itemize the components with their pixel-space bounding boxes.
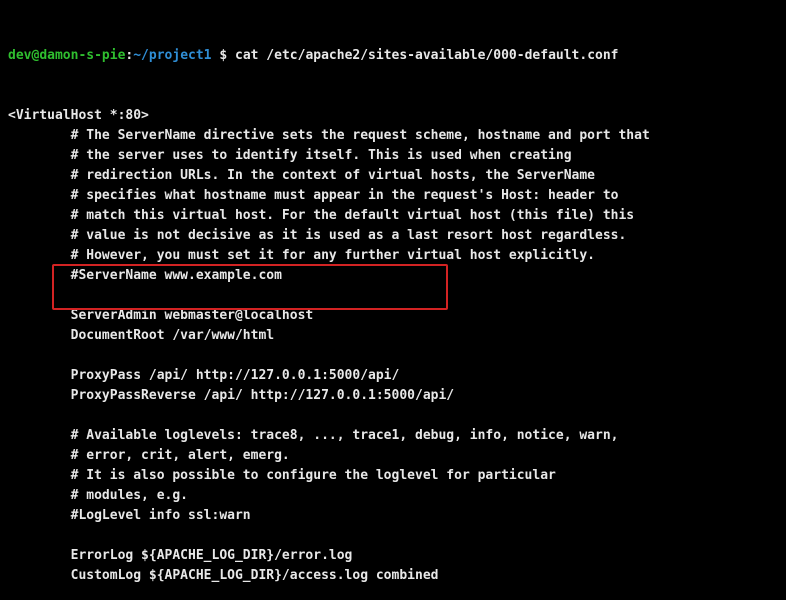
output-line bbox=[8, 286, 778, 306]
prompt-user: dev bbox=[8, 48, 31, 63]
output-line: # redirection URLs. In the context of vi… bbox=[8, 166, 778, 186]
output-line: # error, crit, alert, emerg. bbox=[8, 446, 778, 466]
output-line: ProxyPassReverse /api/ http://127.0.0.1:… bbox=[8, 386, 778, 406]
output-line bbox=[8, 586, 778, 600]
output-line: ProxyPass /api/ http://127.0.0.1:5000/ap… bbox=[8, 366, 778, 386]
output-line: # modules, e.g. bbox=[8, 486, 778, 506]
output-line: # match this virtual host. For the defau… bbox=[8, 206, 778, 226]
output-line: # However, you must set it for any furth… bbox=[8, 246, 778, 266]
output-line bbox=[8, 346, 778, 366]
command-output: <VirtualHost *:80> # The ServerName dire… bbox=[8, 106, 778, 600]
output-line: #LogLevel info ssl:warn bbox=[8, 506, 778, 526]
output-line: # specifies what hostname must appear in… bbox=[8, 186, 778, 206]
output-line: # It is also possible to configure the l… bbox=[8, 466, 778, 486]
output-line: # The ServerName directive sets the requ… bbox=[8, 126, 778, 146]
command-text: cat /etc/apache2/sites-available/000-def… bbox=[235, 48, 619, 63]
output-line: # the server uses to identify itself. Th… bbox=[8, 146, 778, 166]
output-line: # Available loglevels: trace8, ..., trac… bbox=[8, 426, 778, 446]
output-line: <VirtualHost *:80> bbox=[8, 106, 778, 126]
output-line: #ServerName www.example.com bbox=[8, 266, 778, 286]
output-line bbox=[8, 526, 778, 546]
output-line: DocumentRoot /var/www/html bbox=[8, 326, 778, 346]
terminal-window[interactable]: dev@damon-s-pie:~/project1 $ cat /etc/ap… bbox=[0, 0, 786, 600]
prompt-host: damon-s-pie bbox=[39, 48, 125, 63]
prompt-dollar: $ bbox=[212, 48, 235, 63]
output-line: ServerAdmin webmaster@localhost bbox=[8, 306, 778, 326]
output-line bbox=[8, 406, 778, 426]
output-line: CustomLog ${APACHE_LOG_DIR}/access.log c… bbox=[8, 566, 778, 586]
prompt-line-1: dev@damon-s-pie:~/project1 $ cat /etc/ap… bbox=[8, 46, 778, 66]
output-line: # value is not decisive as it is used as… bbox=[8, 226, 778, 246]
prompt-path: ~/project1 bbox=[133, 48, 211, 63]
output-line: ErrorLog ${APACHE_LOG_DIR}/error.log bbox=[8, 546, 778, 566]
